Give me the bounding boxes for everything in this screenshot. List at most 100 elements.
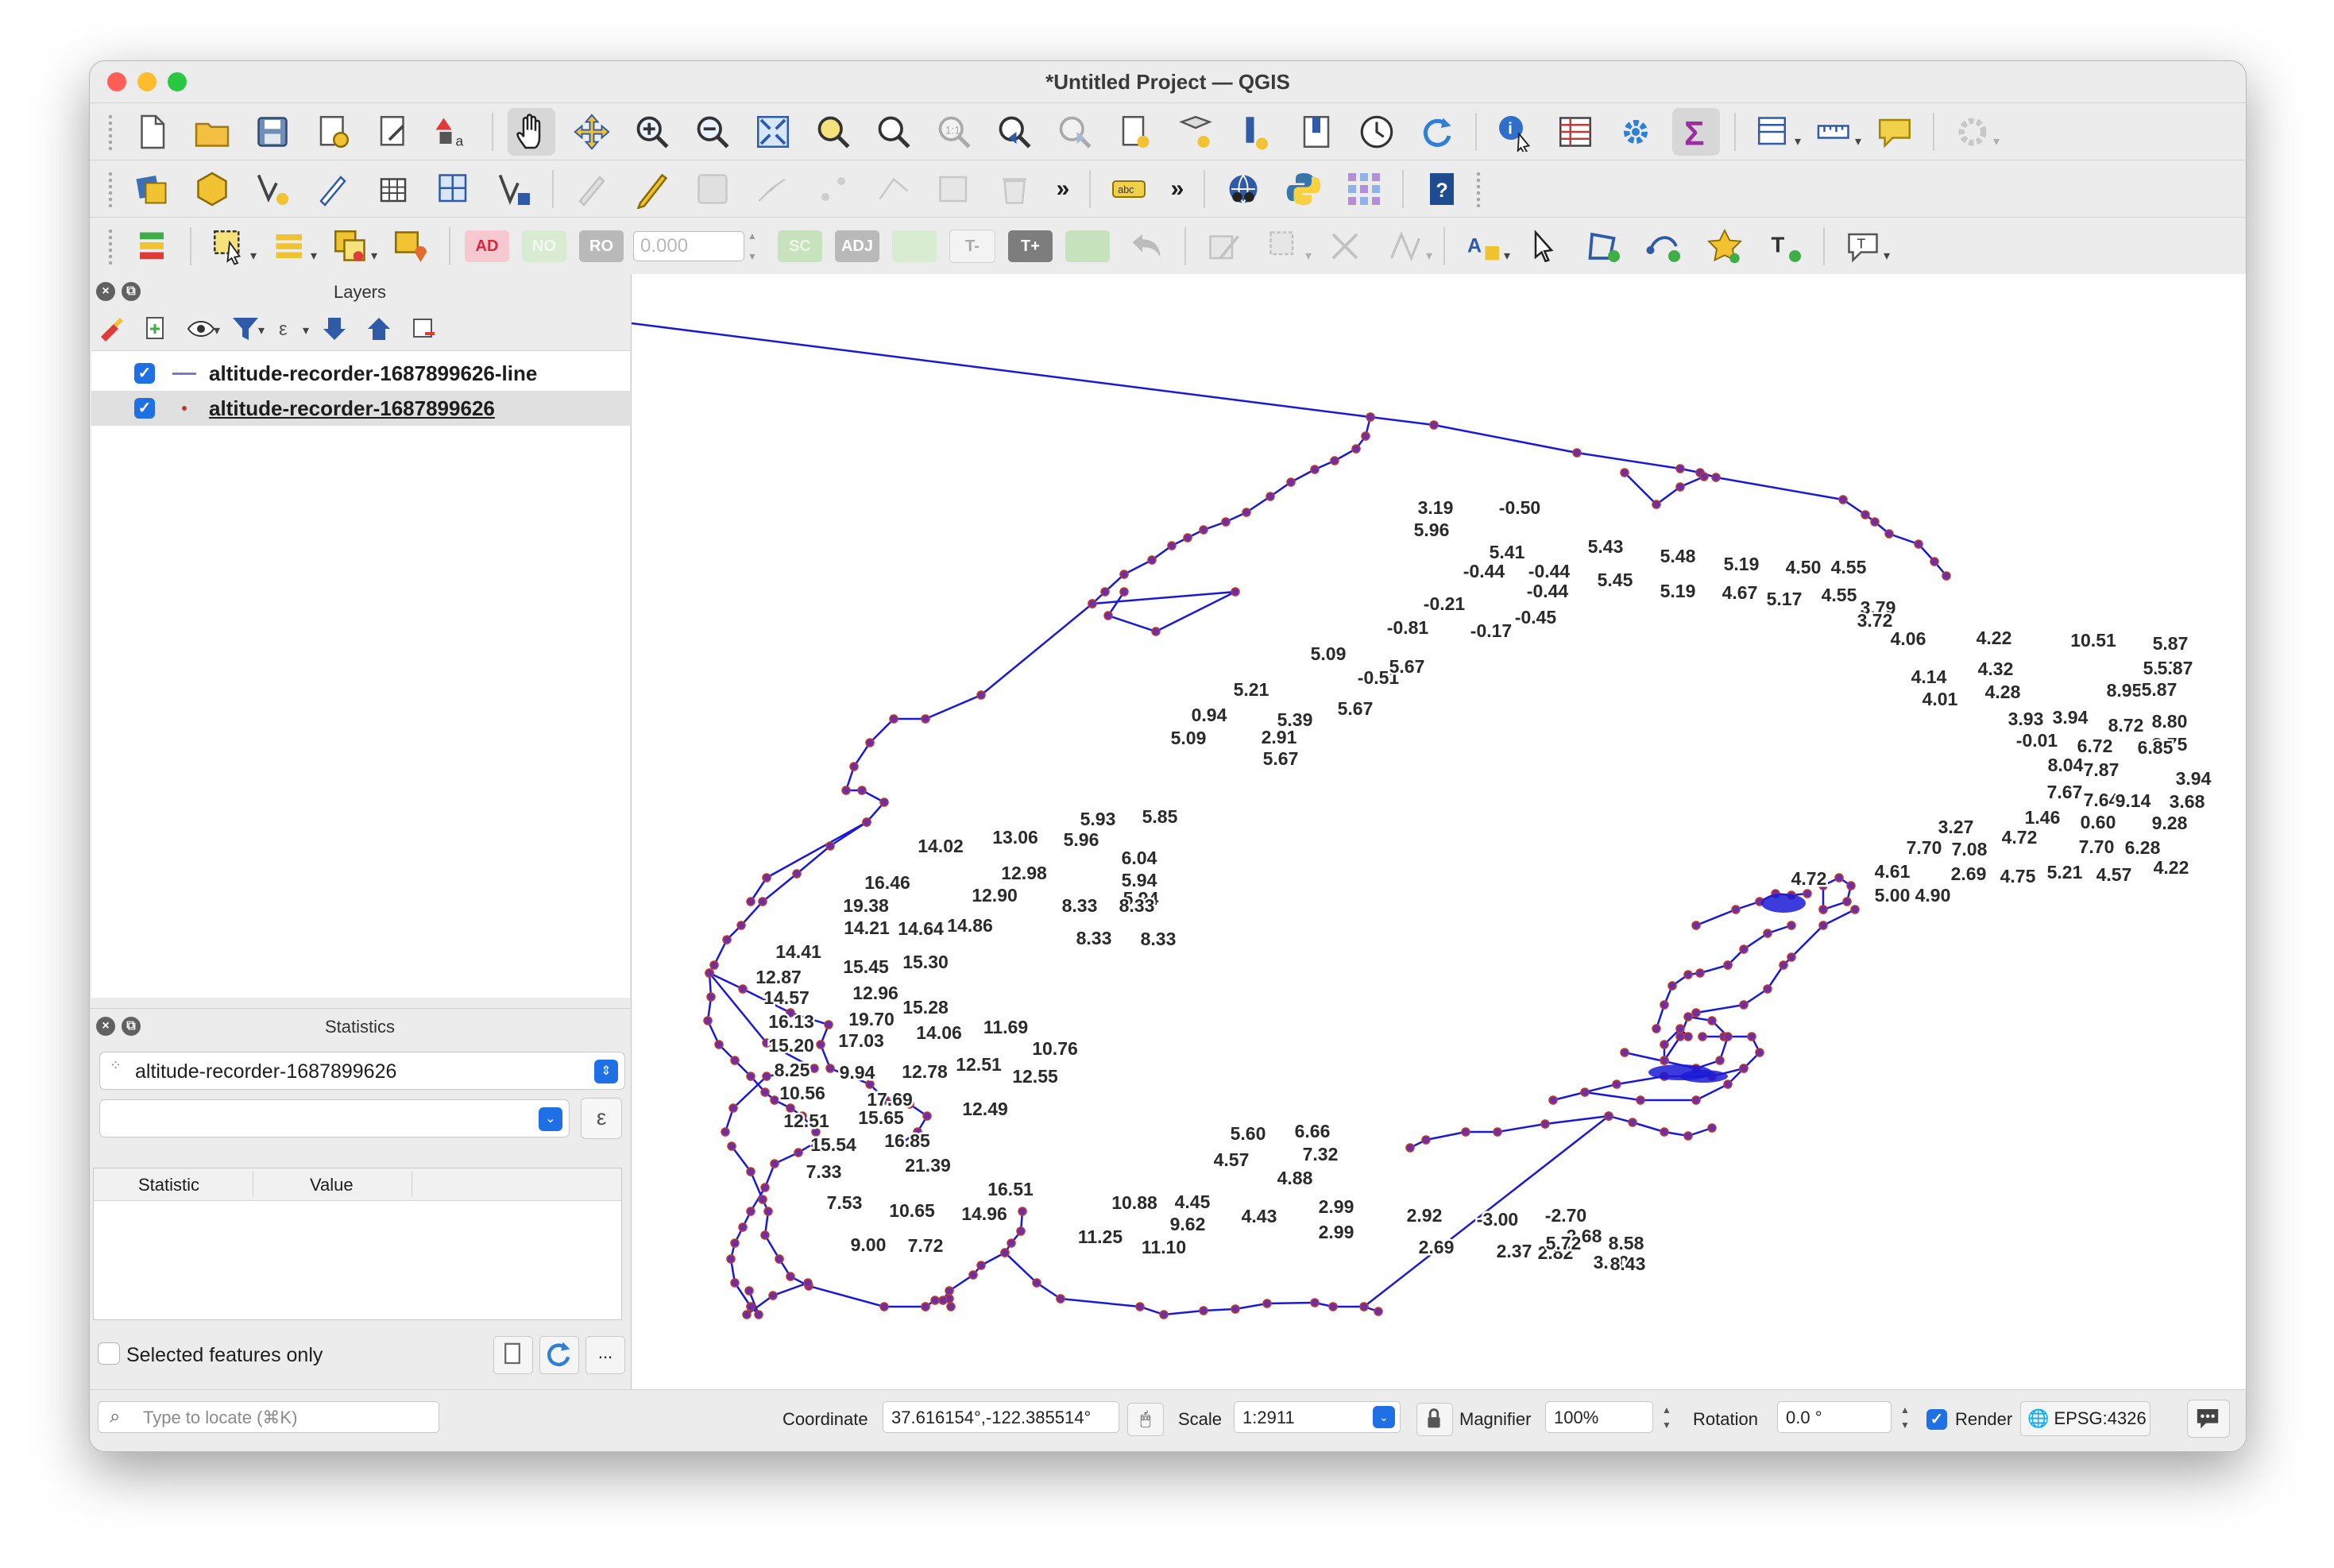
- track-point[interactable]: [1691, 1095, 1701, 1105]
- track-point[interactable]: [1846, 881, 1856, 890]
- track-point[interactable]: [1461, 1127, 1470, 1137]
- track-point[interactable]: [1620, 1048, 1629, 1057]
- magnifier-field[interactable]: 100%: [1545, 1401, 1653, 1433]
- toolbar-grip[interactable]: [107, 114, 114, 150]
- track-point[interactable]: [879, 1302, 889, 1311]
- manage-visibility-icon[interactable]: ▾: [185, 313, 220, 345]
- new-spatial-bookmark-icon[interactable]: [1111, 108, 1159, 156]
- track-point[interactable]: [1707, 1016, 1717, 1025]
- chevron-updown-icon[interactable]: ⇕: [594, 1060, 618, 1083]
- grid-plugin-icon[interactable]: [1340, 165, 1388, 213]
- data-source-manager-icon[interactable]: [128, 165, 176, 213]
- track-point[interactable]: [1861, 510, 1870, 519]
- track-point[interactable]: [1834, 873, 1844, 882]
- track-point[interactable]: [762, 873, 771, 882]
- track-point[interactable]: [1429, 420, 1439, 430]
- layer-item-points[interactable]: ✓ altitude-recorder-1687899626: [91, 391, 630, 426]
- track-point[interactable]: [1199, 525, 1208, 535]
- lock-scale-icon[interactable]: [1416, 1403, 1453, 1436]
- track-point[interactable]: [736, 921, 746, 930]
- toggle-editing-icon[interactable]: [628, 165, 676, 213]
- track-point[interactable]: [1286, 477, 1296, 487]
- track-point[interactable]: [760, 1230, 770, 1240]
- refresh-icon[interactable]: [1413, 108, 1461, 156]
- track-line-segment[interactable]: [941, 1211, 1024, 1301]
- track-point[interactable]: [770, 1095, 779, 1105]
- track-point[interactable]: [1242, 508, 1251, 517]
- shape-digitizing-button[interactable]: [892, 230, 937, 262]
- track-point[interactable]: [1351, 444, 1361, 454]
- track-point[interactable]: [1803, 889, 1812, 898]
- measure-line-icon[interactable]: ▾: [1810, 108, 1861, 156]
- track-point[interactable]: [1572, 448, 1582, 458]
- track-point[interactable]: [922, 1111, 932, 1121]
- offset-curve-icon[interactable]: ▾: [1381, 222, 1432, 270]
- save-edits-icon[interactable]: [689, 165, 736, 213]
- track-point[interactable]: [1151, 627, 1161, 636]
- track-point[interactable]: [1675, 482, 1685, 492]
- add-vertex-icon[interactable]: [1640, 222, 1688, 270]
- processing-toolbox-icon[interactable]: [1612, 108, 1660, 156]
- track-point[interactable]: [706, 992, 716, 1002]
- more-tools-icon[interactable]: »: [1165, 165, 1189, 213]
- track-point-cluster[interactable]: [1680, 1070, 1728, 1083]
- track-line-segment[interactable]: [1092, 590, 1236, 633]
- toolbar-grip[interactable]: [107, 228, 114, 265]
- refresh-statistics-button[interactable]: [539, 1336, 579, 1374]
- track-point[interactable]: [730, 1056, 740, 1065]
- more-options-button[interactable]: ...: [585, 1336, 625, 1374]
- track-point[interactable]: [1660, 1000, 1669, 1010]
- track-point[interactable]: [1675, 464, 1685, 473]
- zoom-to-layer-icon[interactable]: [870, 108, 918, 156]
- track-point[interactable]: [760, 1087, 770, 1097]
- track-point[interactable]: [1683, 1032, 1693, 1041]
- open-attribute-table-icon[interactable]: [1551, 108, 1599, 156]
- zoom-to-selection-icon[interactable]: [810, 108, 857, 156]
- track-point[interactable]: [1787, 952, 1796, 962]
- track-point[interactable]: [1818, 905, 1828, 914]
- new-map-view-icon[interactable]: [1293, 108, 1340, 156]
- track-point[interactable]: [1421, 1135, 1431, 1145]
- layer-visibility-checkbox[interactable]: ✓: [134, 398, 155, 419]
- track-point[interactable]: [730, 1278, 740, 1288]
- track-point[interactable]: [1310, 465, 1320, 474]
- track-point[interactable]: [1691, 921, 1701, 930]
- t-plus-button[interactable]: T+: [1008, 230, 1053, 262]
- track-point[interactable]: [849, 762, 859, 771]
- magnifier-stepper[interactable]: ▲ ▼: [1658, 1403, 1675, 1435]
- track-point[interactable]: [921, 714, 930, 724]
- track-point[interactable]: [1361, 431, 1370, 441]
- layer-visibility-checkbox[interactable]: ✓: [134, 363, 155, 384]
- new-virtual-layer-icon[interactable]: [430, 165, 477, 213]
- track-point[interactable]: [746, 1167, 755, 1176]
- track-point[interactable]: [938, 1296, 948, 1305]
- track-point[interactable]: [1914, 539, 1923, 549]
- advanced-digitizing-ad-button[interactable]: AD: [465, 230, 509, 262]
- track-point[interactable]: [1731, 905, 1741, 914]
- track-point[interactable]: [1818, 921, 1828, 930]
- new-shapefile-layer-icon[interactable]: [249, 165, 296, 213]
- help-icon[interactable]: ?: [1418, 165, 1466, 213]
- track-point[interactable]: [742, 1310, 752, 1319]
- track-point[interactable]: [1628, 1118, 1637, 1127]
- track-point[interactable]: [1000, 1248, 1010, 1257]
- track-line-segment[interactable]: [1409, 1114, 1609, 1149]
- rotation-stepper[interactable]: ▲ ▼: [1896, 1403, 1914, 1435]
- track-point[interactable]: [1366, 412, 1375, 422]
- track-point[interactable]: [1199, 1306, 1208, 1315]
- add-marker-icon[interactable]: [1701, 222, 1749, 270]
- track-point[interactable]: [810, 1064, 819, 1073]
- track-point[interactable]: [1135, 1302, 1145, 1311]
- track-point[interactable]: [1119, 587, 1129, 597]
- track-point[interactable]: [1747, 1032, 1756, 1041]
- expression-button[interactable]: ε: [581, 1098, 622, 1139]
- toolbar-grip[interactable]: [107, 171, 114, 207]
- track-point[interactable]: [879, 798, 889, 807]
- track-point[interactable]: [1652, 500, 1661, 509]
- track-point[interactable]: [1942, 571, 1951, 581]
- track-point[interactable]: [1167, 541, 1177, 550]
- tolerance-input[interactable]: 0.000: [633, 231, 744, 261]
- pan-map-icon[interactable]: [508, 108, 555, 156]
- map-canvas[interactable]: 3.19 -0.50 5.96 5.41 5.43 5.48 -0.44 -0.44 -0.44…: [631, 274, 2246, 1389]
- new-temporary-layer-icon[interactable]: [490, 165, 538, 213]
